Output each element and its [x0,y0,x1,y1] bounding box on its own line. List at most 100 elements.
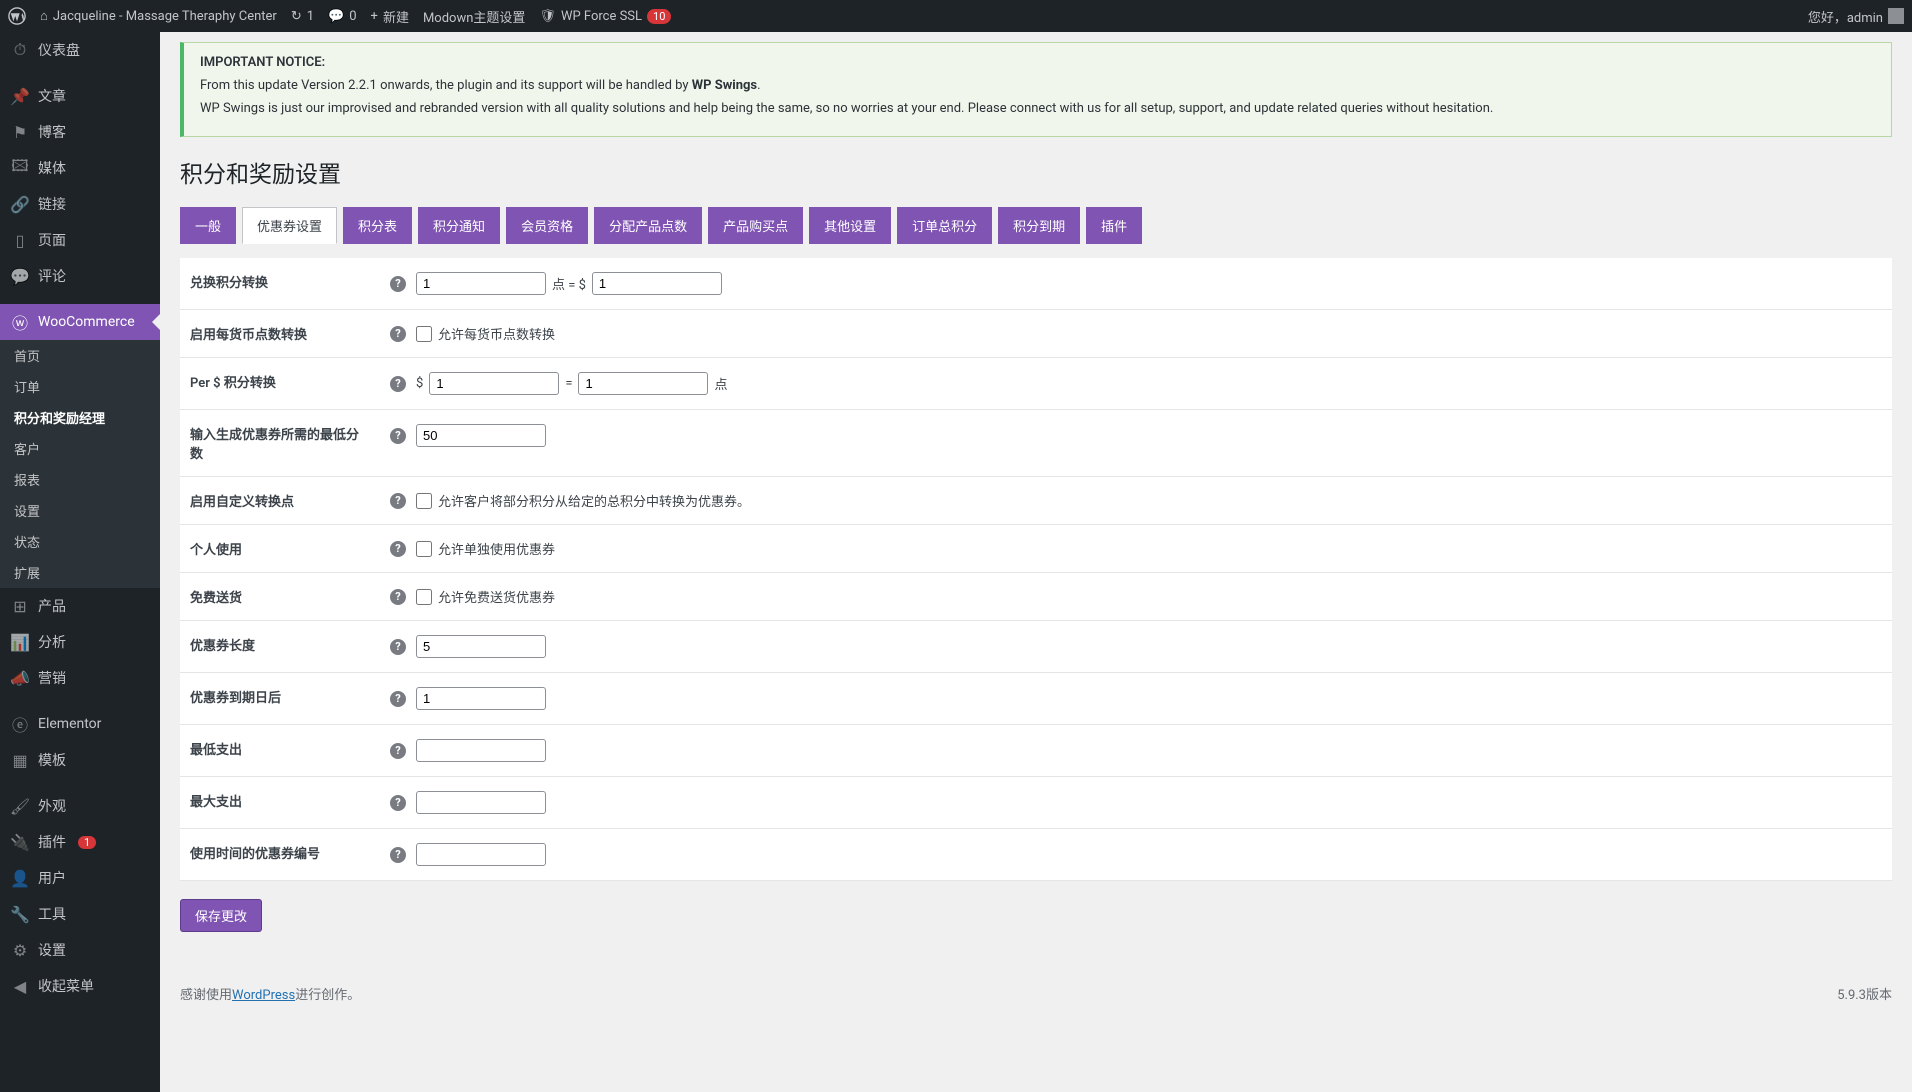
tab-3[interactable]: 积分通知 [418,207,500,244]
help-icon[interactable]: ? [390,276,406,292]
menu-plugins[interactable]: 🔌插件1 [0,824,160,860]
admin-bar: ⌂ Jacqueline - Massage Theraphy Center ↻… [0,0,1912,32]
menu-dashboard[interactable]: ⏱仪表盘 [0,32,160,68]
checkbox-label[interactable]: 允许免费送货优惠券 [416,587,555,606]
checkbox-input[interactable] [416,589,432,605]
help-icon[interactable]: ? [390,541,406,557]
help-icon[interactable]: ? [390,493,406,509]
number-input[interactable] [416,687,546,710]
form-field: ? [380,725,1892,777]
help-icon[interactable]: ? [390,326,406,342]
number-input[interactable] [416,843,546,866]
form-label: 最大支出 [180,777,380,829]
menu-pages[interactable]: ▯页面 [0,222,160,258]
menu-media[interactable]: 🖾媒体 [0,150,160,186]
submenu-reports[interactable]: 报表 [0,464,160,495]
help-icon[interactable]: ? [390,428,406,444]
submenu-points-rewards[interactable]: 积分和奖励经理 [0,402,160,433]
elementor-icon: ⓔ [10,714,30,734]
help-icon[interactable]: ? [390,743,406,759]
tab-9[interactable]: 积分到期 [998,207,1080,244]
tab-0[interactable]: 一般 [180,207,236,244]
menu-products[interactable]: ⊞产品 [0,588,160,624]
menu-blog[interactable]: ⚑博客 [0,114,160,150]
wordpress-link[interactable]: WordPress [232,988,295,1003]
save-button[interactable]: 保存更改 [180,899,262,932]
menu-appearance[interactable]: 🖌外观 [0,788,160,824]
menu-collapse[interactable]: ◀收起菜单 [0,968,160,1004]
form-row: 免费送货?允许免费送货优惠券 [180,573,1892,621]
menu-analytics[interactable]: 📊分析 [0,624,160,660]
number-input[interactable] [416,791,546,814]
tab-1[interactable]: 优惠券设置 [242,207,337,244]
help-icon[interactable]: ? [390,589,406,605]
form-label: 兑换积分转换 [180,258,380,310]
menu-comments[interactable]: 💬评论 [0,258,160,294]
menu-templates[interactable]: ▦模板 [0,742,160,778]
form-row: 兑换积分转换? 点 = $ [180,258,1892,310]
submenu-settings[interactable]: 设置 [0,495,160,526]
submenu-customers[interactable]: 客户 [0,433,160,464]
menu-tools[interactable]: 🔧工具 [0,896,160,932]
tab-2[interactable]: 积分表 [343,207,412,244]
menu-posts[interactable]: 📌文章 [0,78,160,114]
tab-10[interactable]: 插件 [1086,207,1142,244]
menu-elementor[interactable]: ⓔElementor [0,706,160,742]
currency-input[interactable] [592,272,722,295]
form-field: ? 允许客户将部分积分从给定的总积分中转换为优惠券。 [380,477,1892,525]
form-row: 优惠券到期日后? [180,673,1892,725]
shield-icon: 🛡 [539,9,556,24]
site-name-link[interactable]: ⌂ Jacqueline - Massage Theraphy Center [40,8,277,24]
tab-6[interactable]: 产品购买点 [708,207,803,244]
link-icon: 🔗 [10,194,30,214]
comments-link[interactable]: 💬 0 [328,9,357,24]
submenu-home[interactable]: 首页 [0,340,160,371]
updates-link[interactable]: ↻ 1 [291,9,314,24]
submenu-orders[interactable]: 订单 [0,371,160,402]
notice-line2: WP Swings is just our improvised and reb… [200,101,1875,116]
checkbox-input[interactable] [416,326,432,342]
number-input[interactable] [416,424,546,447]
form-row: 启用自定义转换点?允许客户将部分积分从给定的总积分中转换为优惠券。 [180,477,1892,525]
form-row: 使用时间的优惠券编号? [180,829,1892,881]
tab-5[interactable]: 分配产品点数 [594,207,702,244]
tab-8[interactable]: 订单总积分 [897,207,992,244]
notice-line1: From this update Version 2.2.1 onwards, … [200,78,1875,93]
menu-users[interactable]: 👤用户 [0,860,160,896]
menu-woocommerce[interactable]: ⓦWooCommerce [0,304,160,340]
form-field: ? [380,410,1892,477]
help-icon[interactable]: ? [390,639,406,655]
wp-force-ssl-link[interactable]: 🛡 WP Force SSL 10 [539,9,671,24]
menu-links[interactable]: 🔗链接 [0,186,160,222]
form-row: Per $ 积分转换?$ = 点 [180,358,1892,410]
tab-4[interactable]: 会员资格 [506,207,588,244]
points-input[interactable] [578,372,708,395]
checkbox-label[interactable]: 允许单独使用优惠券 [416,539,555,558]
ssl-count-badge: 10 [647,9,671,24]
currency-input[interactable] [429,372,559,395]
help-icon[interactable]: ? [390,795,406,811]
form-label: 优惠券到期日后 [180,673,380,725]
form-field: ? 点 = $ [380,258,1892,310]
help-icon[interactable]: ? [390,376,406,392]
wp-logo[interactable] [8,7,26,25]
submenu-extensions[interactable]: 扩展 [0,557,160,588]
new-content-link[interactable]: + 新建 [371,7,409,26]
checkbox-input[interactable] [416,493,432,509]
help-icon[interactable]: ? [390,847,406,863]
checkbox-input[interactable] [416,541,432,557]
checkbox-label[interactable]: 允许每货币点数转换 [416,324,555,343]
tab-7[interactable]: 其他设置 [809,207,891,244]
number-input[interactable] [416,739,546,762]
menu-settings[interactable]: ⚙设置 [0,932,160,968]
menu-marketing[interactable]: 📣营销 [0,660,160,696]
number-input[interactable] [416,635,546,658]
settings-form-table: 兑换积分转换? 点 = $ 启用每货币点数转换?允许每货币点数转换Per $ 积… [180,258,1892,881]
points-input[interactable] [416,272,546,295]
user-greeting[interactable]: 您好，admin [1808,7,1904,26]
modown-settings-link[interactable]: Modown主题设置 [423,7,525,26]
submenu-status[interactable]: 状态 [0,526,160,557]
checkbox-label[interactable]: 允许客户将部分积分从给定的总积分中转换为优惠券。 [416,491,750,510]
help-icon[interactable]: ? [390,691,406,707]
form-field: ? [380,829,1892,881]
